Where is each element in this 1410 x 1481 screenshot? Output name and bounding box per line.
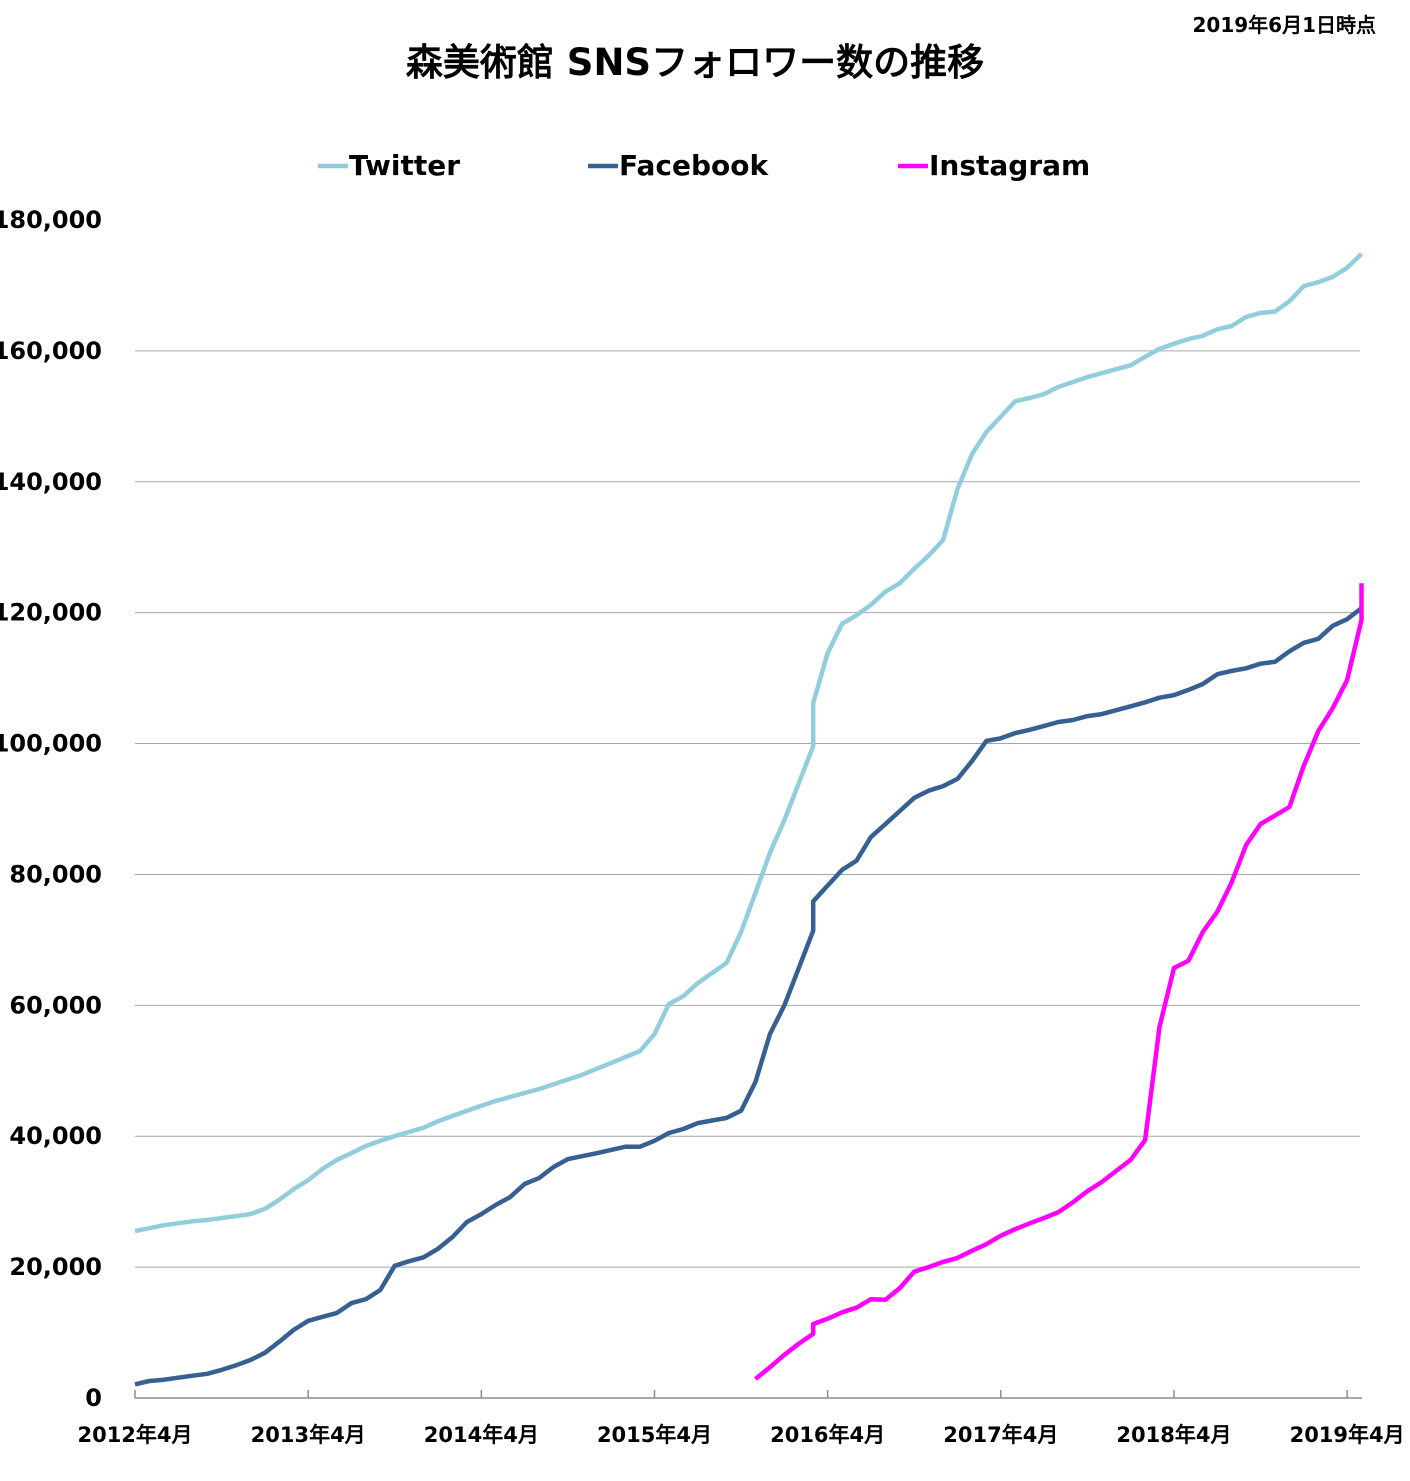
x-tick-label: 2016年4月 (770, 1423, 885, 1447)
y-tick-label: 100,000 (0, 730, 102, 758)
chart-title: 森美術館 SNSフォロワー数の推移 (406, 41, 984, 84)
legend-item-facebook: Facebook (588, 149, 769, 182)
legend-label: Instagram (929, 149, 1090, 182)
y-tick-label: 120,000 (0, 599, 102, 627)
x-tick-label: 2015年4月 (597, 1423, 712, 1447)
x-tick-label: 2014年4月 (424, 1423, 539, 1447)
y-tick-label: 180,000 (0, 206, 102, 234)
series-instagram (754, 583, 1364, 1381)
y-tick-label: 80,000 (9, 860, 102, 888)
twitter-line (134, 252, 1364, 1234)
x-tick-label: 2019年4月 (1290, 1423, 1405, 1447)
y-tick-label: 40,000 (9, 1122, 102, 1150)
x-tick-label: 2018年4月 (1116, 1423, 1231, 1447)
series-facebook (134, 606, 1363, 1387)
y-tick-label: 0 (85, 1384, 102, 1412)
line-chart: 森美術館 SNSフォロワー数の推移 2019年6月1日時点 0 20,000 40,… (0, 13, 1405, 1447)
x-tick-label: 2013年4月 (251, 1423, 366, 1447)
x-axis: 2012年4月 2013年4月 2014年4月 2015年4月 2016年4月 2017年… (77, 1390, 1405, 1447)
facebook-line (134, 606, 1363, 1387)
y-tick-label: 60,000 (9, 991, 102, 1019)
legend-item-instagram: Instagram (898, 149, 1090, 182)
x-tick-label: 2017年4月 (943, 1423, 1058, 1447)
instagram-line (754, 583, 1364, 1381)
legend-label: Twitter (349, 149, 460, 182)
gridlines (135, 350, 1360, 1268)
y-tick-label: 160,000 (0, 337, 102, 365)
y-axis-ticks: 0 20,000 40,000 60,000 80,000 100,000 120,000 1… (0, 206, 102, 1412)
legend: Twitter Facebook Instagram (318, 149, 1090, 182)
y-tick-label: 140,000 (0, 468, 102, 496)
legend-label: Facebook (619, 149, 769, 182)
as-of-date-note: 2019年6月1日時点 (1193, 13, 1377, 37)
legend-item-twitter: Twitter (318, 149, 460, 182)
y-tick-label: 20,000 (9, 1253, 102, 1281)
series-lines (134, 252, 1364, 1387)
x-tick-label: 2012年4月 (77, 1423, 192, 1447)
series-twitter (134, 252, 1364, 1234)
